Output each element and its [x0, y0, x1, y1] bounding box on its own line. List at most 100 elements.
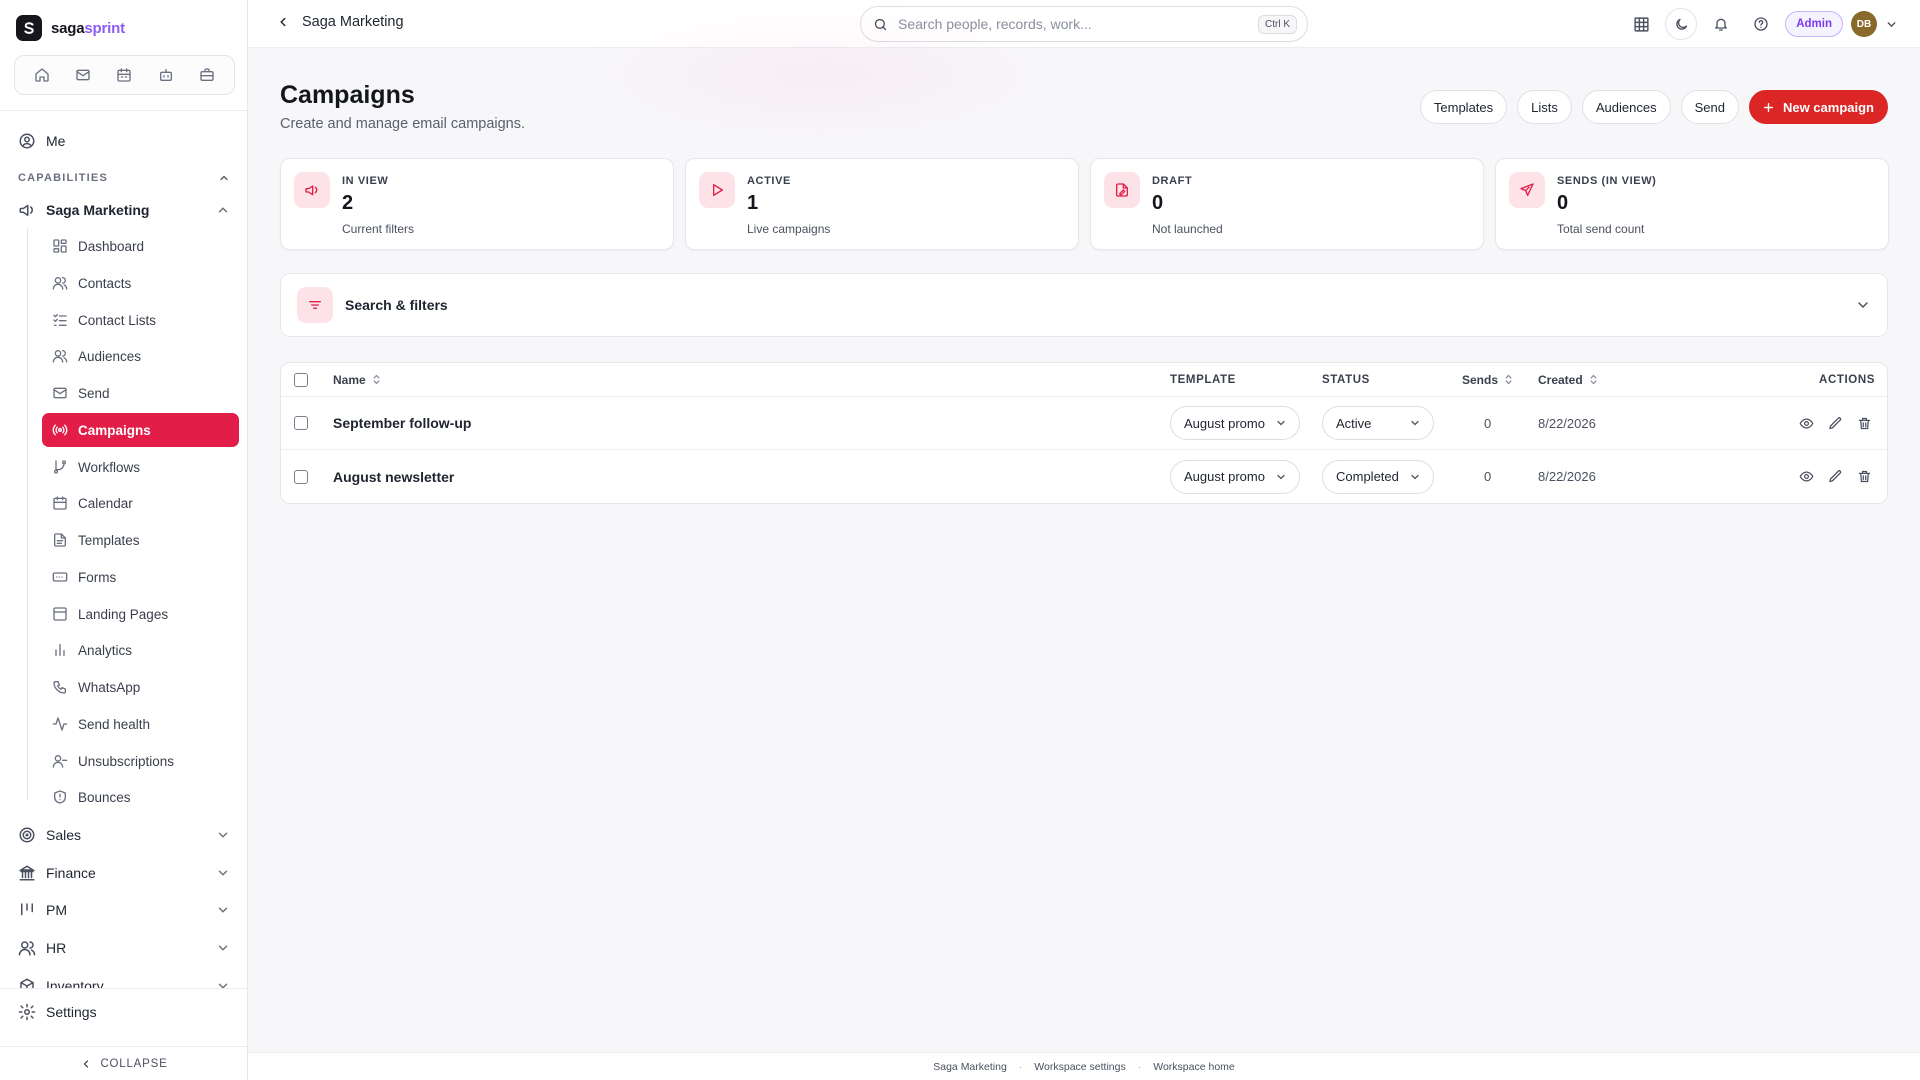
row-checkbox[interactable]	[294, 469, 308, 484]
global-search[interactable]: Ctrl K	[860, 6, 1308, 42]
lists-button[interactable]: Lists	[1517, 90, 1572, 124]
sidebar-group-pm[interactable]: PM	[18, 897, 230, 923]
sidebar-item-send[interactable]: Send	[42, 376, 239, 410]
sidebar-group-finance[interactable]: Finance	[18, 860, 230, 886]
sidebar-group-saga-marketing[interactable]: Saga Marketing	[18, 197, 230, 223]
sidebar-group-hr[interactable]: HR	[18, 935, 230, 961]
sidebar-item-campaigns[interactable]: Campaigns	[42, 413, 239, 447]
collapse-sidebar-button[interactable]: COLLAPSE	[0, 1046, 248, 1080]
sidebar-item-templates[interactable]: Templates	[42, 523, 239, 557]
stat-card-active: ACTIVE 1 Live campaigns	[685, 158, 1079, 250]
mail-icon[interactable]	[67, 59, 99, 91]
search-input[interactable]	[898, 16, 1248, 32]
sidebar-group-sales[interactable]: Sales	[18, 822, 230, 848]
trash-icon[interactable]	[1857, 469, 1872, 484]
send-button[interactable]: Send	[1680, 90, 1739, 124]
theme-toggle-button[interactable]	[1665, 8, 1698, 40]
templates-button[interactable]: Templates	[1419, 90, 1508, 124]
column-label: STATUS	[1322, 373, 1370, 386]
brand[interactable]: sagasprint	[16, 14, 125, 42]
template-select[interactable]: August promo	[1170, 459, 1300, 494]
created-date: 8/22/2026	[1538, 415, 1596, 431]
stat-note: Not launched	[1152, 222, 1223, 236]
status-cell: Active	[1322, 397, 1434, 449]
footer-link-workspace-settings[interactable]: Workspace settings	[1034, 1061, 1125, 1073]
sidebar-item-forms[interactable]: Forms	[42, 560, 239, 594]
sidebar-item-whatsapp[interactable]: WhatsApp	[42, 670, 239, 704]
sidebar-item-me[interactable]: Me	[18, 126, 65, 156]
sidebar-item-calendar[interactable]: Calendar	[42, 486, 239, 520]
table-row[interactable]: August newsletter August promo Completed…	[281, 450, 1887, 503]
sidebar-item-contact-lists[interactable]: Contact Lists	[42, 303, 239, 337]
new-campaign-button[interactable]: New campaign	[1748, 90, 1888, 124]
footer-link-workspace-home[interactable]: Workspace home	[1153, 1061, 1235, 1073]
template-select[interactable]: August promo	[1170, 406, 1300, 440]
sidebar-item-label: Me	[46, 133, 66, 149]
moon-icon	[1674, 17, 1689, 32]
search-filters-panel[interactable]: Search & filters	[280, 273, 1888, 337]
apps-grid-button[interactable]	[1625, 8, 1657, 40]
trash-icon[interactable]	[1857, 416, 1872, 431]
pencil-icon[interactable]	[1828, 469, 1843, 484]
sidebar-group-inventory[interactable]: Inventory	[18, 973, 230, 988]
chevron-down-icon[interactable]	[1855, 297, 1871, 313]
column-header-sends[interactable]: Sends	[1462, 363, 1513, 396]
grid-icon	[1633, 16, 1650, 33]
chevron-down-icon	[216, 828, 230, 842]
play-icon	[699, 172, 735, 208]
select-all-checkbox[interactable]	[294, 372, 308, 387]
user-circle-icon	[18, 132, 36, 150]
eye-icon[interactable]	[1799, 416, 1814, 431]
sidebar-divider	[0, 110, 248, 111]
chevron-down-icon	[1275, 471, 1287, 483]
home-icon[interactable]	[26, 59, 58, 91]
sidebar-item-label: Landing Pages	[78, 606, 169, 622]
footer-separator: ·	[1137, 1060, 1142, 1073]
sends-count: 0	[1484, 415, 1492, 431]
plus-icon	[1762, 101, 1775, 114]
sidebar-item-label: Campaigns	[78, 422, 151, 438]
status-select[interactable]: Active	[1322, 406, 1434, 440]
row-select-cell	[294, 450, 308, 503]
sidebar-item-analytics[interactable]: Analytics	[42, 633, 239, 667]
table-row[interactable]: September follow-up August promo Active …	[281, 397, 1887, 450]
target-icon	[18, 826, 36, 844]
breadcrumb[interactable]: Saga Marketing	[276, 14, 404, 30]
sidebar-item-send-health[interactable]: Send health	[42, 707, 239, 741]
campaign-name[interactable]: August newsletter	[333, 450, 454, 503]
help-button[interactable]	[1745, 8, 1777, 40]
briefcase-icon[interactable]	[191, 59, 223, 91]
bot-icon[interactable]	[150, 59, 182, 91]
sidebar-item-bounces[interactable]: Bounces	[42, 780, 239, 814]
campaigns-table: Name TEMPLATE STATUS Sends Created ACTIO…	[280, 362, 1888, 504]
role-badge[interactable]: Admin	[1785, 11, 1843, 37]
column-header-name[interactable]: Name	[333, 363, 381, 396]
notifications-button[interactable]	[1705, 8, 1737, 40]
column-header-created[interactable]: Created	[1538, 363, 1598, 396]
sidebar-item-audiences[interactable]: Audiences	[42, 339, 239, 373]
campaign-name[interactable]: September follow-up	[333, 397, 471, 449]
brand-name: sagasprint	[51, 19, 125, 37]
row-checkbox[interactable]	[294, 416, 308, 430]
sidebar-item-workflows[interactable]: Workflows	[42, 450, 239, 484]
sidebar-item-dashboard[interactable]: Dashboard	[42, 229, 239, 263]
audiences-button[interactable]: Audiences	[1581, 90, 1671, 124]
chevron-down-icon[interactable]	[1885, 18, 1898, 31]
sidebar-item-landing-pages[interactable]: Landing Pages	[42, 597, 239, 631]
collapse-label: COLLAPSE	[100, 1057, 168, 1070]
stat-note: Current filters	[342, 222, 415, 236]
capabilities-section-header[interactable]: CAPABILITIES	[18, 172, 230, 184]
sidebar-item-contacts[interactable]: Contacts	[42, 266, 239, 300]
pencil-icon[interactable]	[1828, 416, 1843, 431]
row-select-cell	[294, 397, 308, 449]
calendar-icon[interactable]	[108, 59, 140, 91]
sidebar-item-unsubscriptions[interactable]: Unsubscriptions	[42, 744, 239, 778]
footer-link-saga-marketing[interactable]: Saga Marketing	[933, 1061, 1007, 1073]
sidebar-item-settings[interactable]: Settings	[18, 1003, 97, 1021]
status-select[interactable]: Completed	[1322, 459, 1434, 494]
chevron-down-icon	[216, 866, 230, 880]
stat-value: 2	[342, 192, 354, 214]
search-icon	[873, 17, 888, 32]
eye-icon[interactable]	[1799, 469, 1814, 484]
avatar[interactable]: DB	[1851, 11, 1877, 37]
